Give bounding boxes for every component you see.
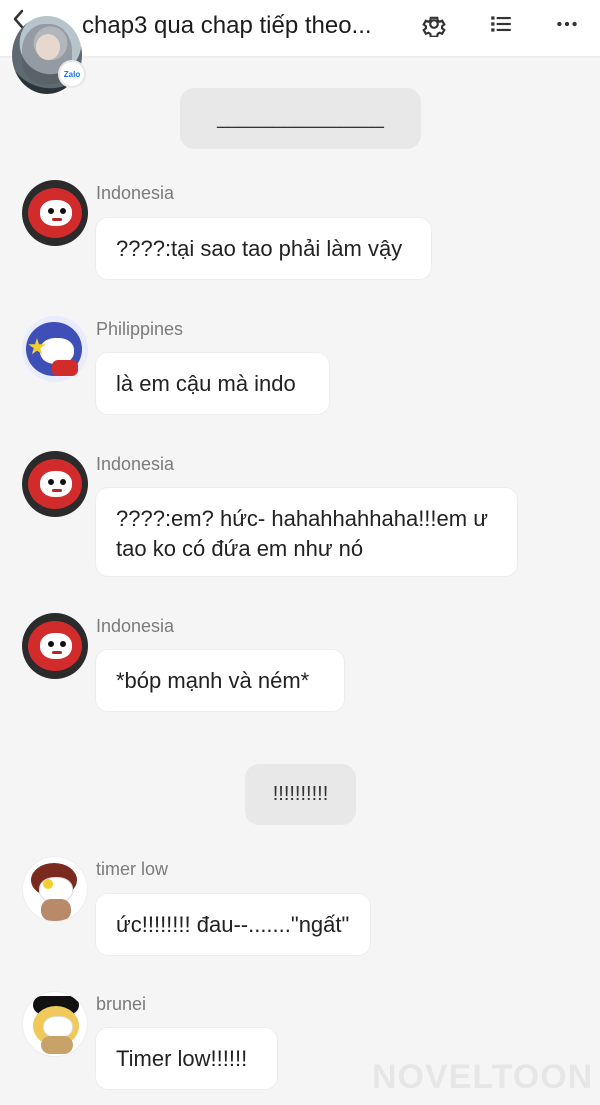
- sender-name: Indonesia: [96, 454, 175, 474]
- avatar-eye: [60, 479, 66, 485]
- avatar-mouth: [52, 218, 62, 221]
- message-bubble[interactable]: Timer low!!!!!!: [96, 1028, 277, 1089]
- message-bubble[interactable]: ức!!!!!!!! đau--......."ngất": [96, 894, 370, 955]
- avatar-body: [41, 1036, 73, 1054]
- sender-name: Philippines: [96, 319, 184, 339]
- message-bubble[interactable]: ????:tại sao tao phải làm vậy: [96, 218, 431, 279]
- sender-avatar[interactable]: [22, 613, 88, 679]
- sender-avatar[interactable]: [22, 180, 88, 246]
- avatar-eye: [48, 208, 54, 214]
- avatar-eye: [60, 208, 66, 214]
- avatar-face: [36, 34, 60, 60]
- settings-button[interactable]: [420, 10, 448, 38]
- avatar-mouth: [52, 651, 62, 654]
- sender-avatar[interactable]: [22, 316, 88, 382]
- sender-name: timer low: [96, 859, 169, 879]
- message-bubble[interactable]: là em cậu mà indo: [96, 353, 329, 414]
- avatar-eye: [48, 479, 54, 485]
- system-message-text: !!!!!!!!!!: [272, 783, 329, 805]
- avatar-eye: [60, 641, 66, 647]
- sender-name: Indonesia: [96, 183, 175, 203]
- sender-avatar[interactable]: [22, 856, 88, 922]
- avatar-face: [43, 1016, 73, 1038]
- system-message: _______________: [180, 88, 421, 149]
- message-bubble[interactable]: *bóp mạnh và ném*: [96, 650, 344, 711]
- zalo-badge-text: Zalo: [63, 69, 81, 79]
- message-bubble[interactable]: ????:em? hức- hahahhahhaha!!!em ư tao ko…: [96, 488, 517, 576]
- gear-icon: [422, 16, 446, 37]
- avatar-face: [40, 633, 72, 659]
- zalo-badge: Zalo: [58, 60, 86, 88]
- sender-name: Indonesia: [96, 616, 175, 636]
- list-button[interactable]: [487, 10, 515, 38]
- avatar-face: [40, 471, 72, 497]
- avatar-mouth: [52, 489, 62, 492]
- list-icon: [491, 16, 511, 32]
- avatar-body: [41, 899, 71, 921]
- system-message-text: _______________: [217, 107, 384, 129]
- chat-title[interactable]: chap3 qua chap tiếp theo...: [82, 10, 412, 42]
- avatar-accent: [52, 360, 78, 376]
- more-icon: [557, 21, 577, 27]
- sender-name: brunei: [96, 994, 147, 1014]
- chat-header: Zalo chap3 qua chap tiếp theo...: [0, 0, 600, 94]
- sender-avatar[interactable]: [22, 451, 88, 517]
- system-message: !!!!!!!!!!: [245, 764, 356, 825]
- more-button[interactable]: [553, 10, 581, 38]
- chat-page: Zalo chap3 qua chap tiếp theo... _______…: [0, 0, 600, 1105]
- watermark: NOVELTOON: [372, 1058, 594, 1096]
- sender-avatar[interactable]: [22, 991, 88, 1057]
- avatar-eye: [48, 641, 54, 647]
- avatar-face: [40, 200, 72, 226]
- avatar-mark: [43, 879, 53, 889]
